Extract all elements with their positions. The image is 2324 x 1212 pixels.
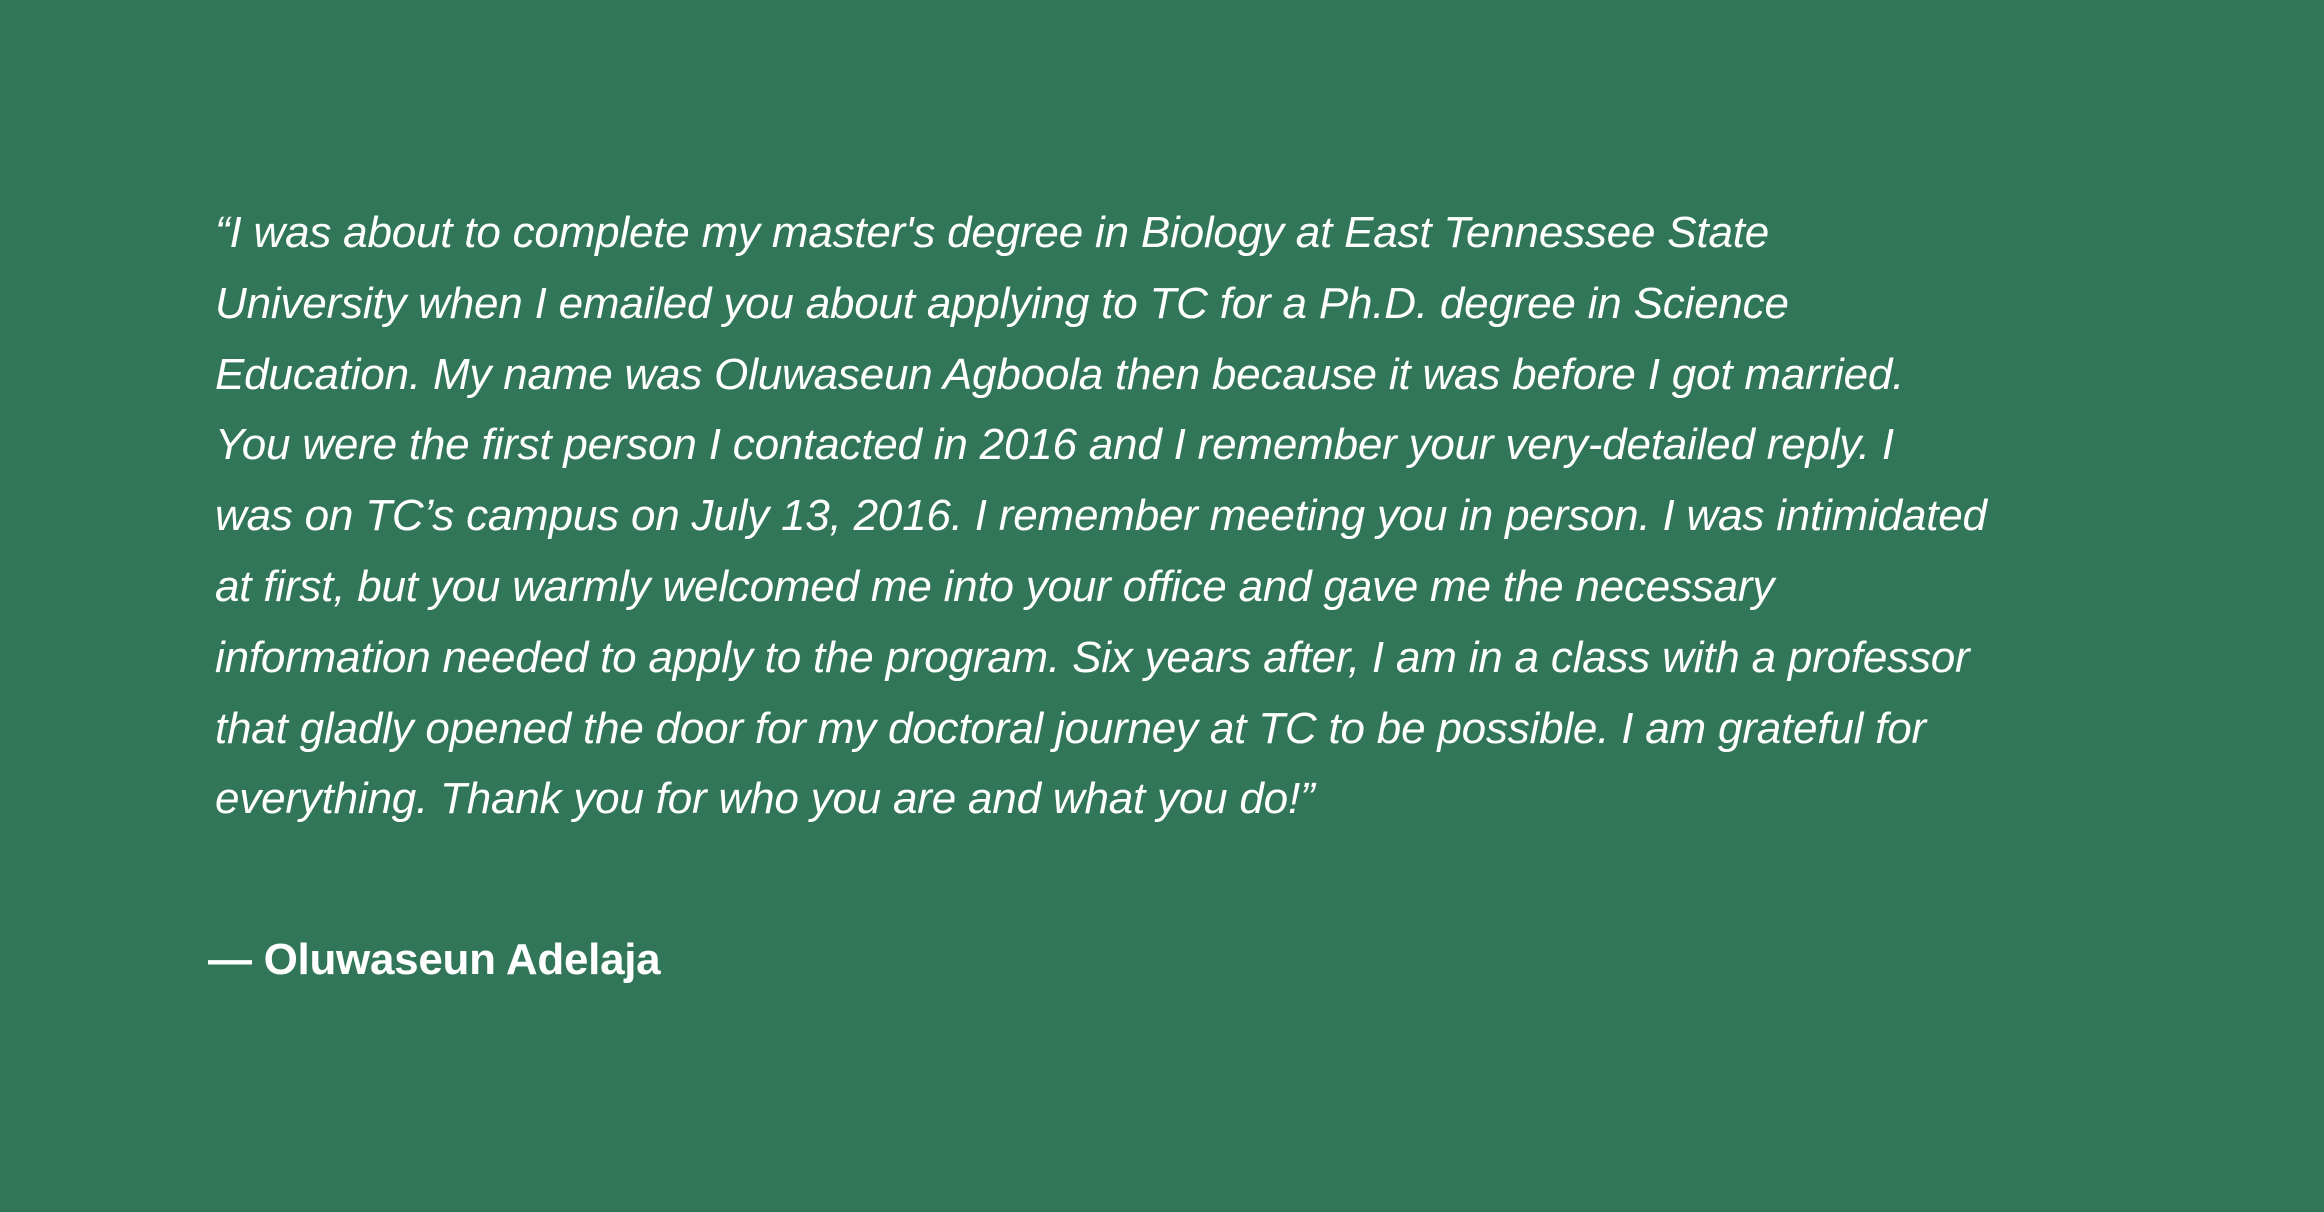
quote-line-8: that gladly opened the door for my docto…: [215, 703, 1926, 753]
quote-line-4: You were the first person I contacted in…: [215, 420, 1894, 470]
quote-attribution: — Oluwaseun Adelaja: [208, 935, 661, 984]
quote-line-6: at first, but you warmly welcomed me int…: [215, 561, 1775, 611]
quote-line-7: information needed to apply to the progr…: [215, 632, 1970, 682]
quote-line-3: Education. My name was Oluwaseun Agboola…: [215, 349, 1905, 399]
testimonial-card: “I was about to complete my master's deg…: [0, 0, 2324, 1212]
quote-line-1: “I was about to complete my master's deg…: [215, 208, 1770, 257]
testimonial-quote: “I was about to complete my master's deg…: [215, 198, 2145, 835]
quote-line-9: everything. Thank you for who you are an…: [215, 774, 1315, 824]
quote-line-2: University when I emailed you about appl…: [215, 278, 1789, 328]
quote-line-5: was on TC’s campus on July 13, 2016. I r…: [215, 491, 1987, 541]
